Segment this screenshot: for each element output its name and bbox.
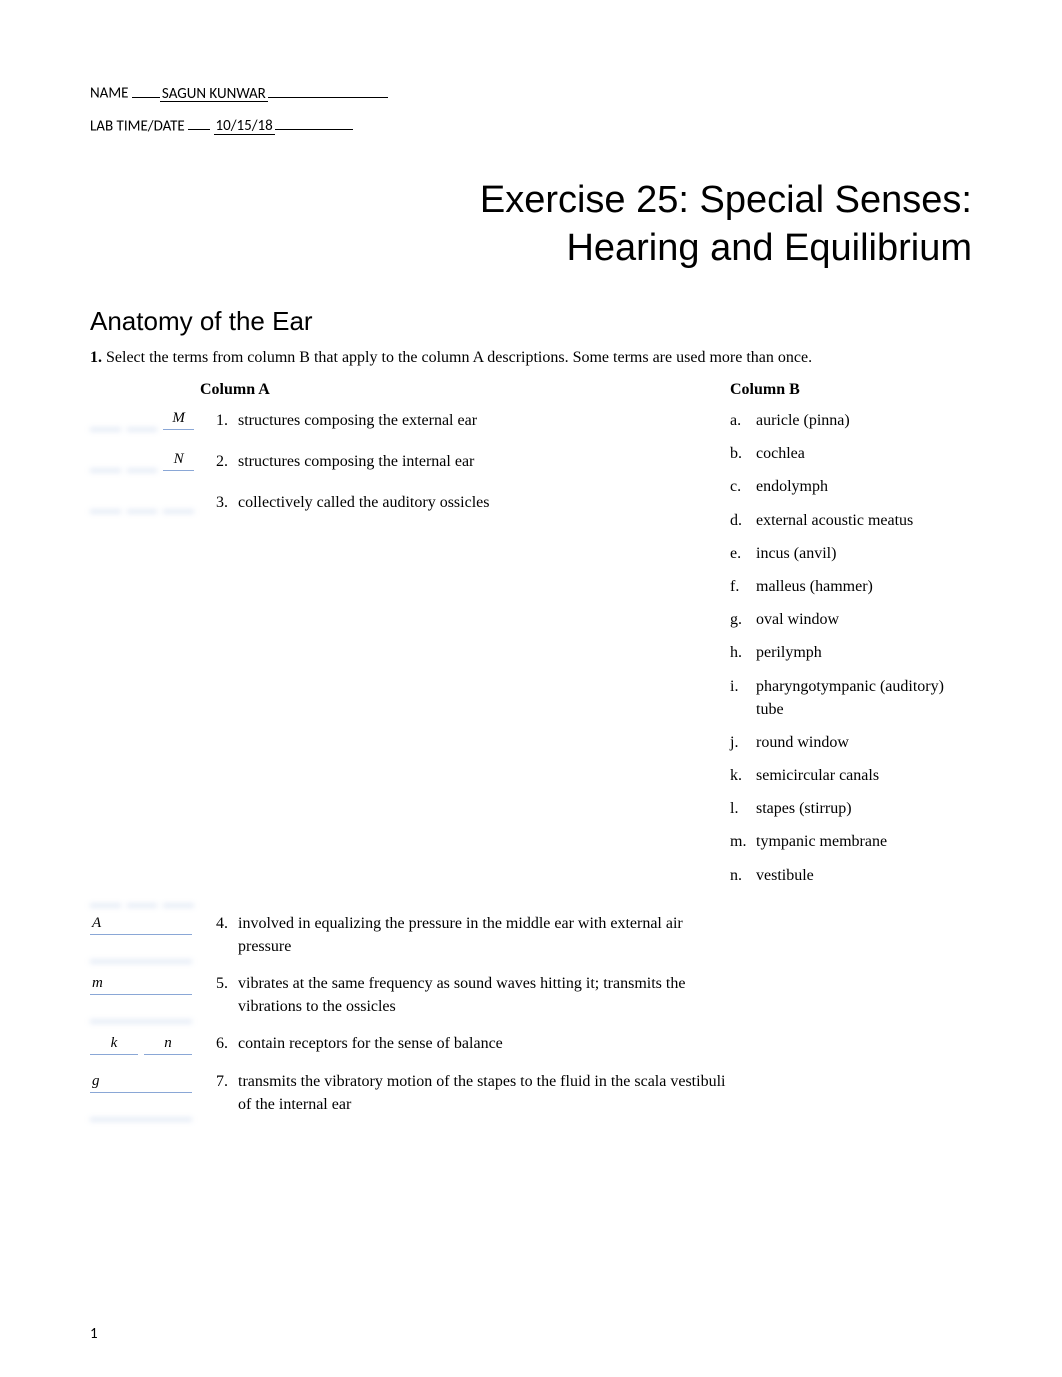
question-row: A 4. involved in equalizing the pressure… [90, 912, 972, 972]
question-row: m 5. vibrates at the same frequency as s… [90, 972, 972, 1032]
question-row: M 1. structures composing the external e… [90, 409, 730, 442]
question-number: 5. [200, 972, 238, 1018]
question-text: structures composing the internal ear [238, 450, 730, 473]
list-item: l.stapes (stirrup) [730, 797, 972, 820]
date-underline-post [275, 113, 353, 131]
answer-slot[interactable] [90, 885, 121, 906]
answer-slot[interactable] [127, 450, 158, 471]
list-item: m.tympanic membrane [730, 830, 972, 853]
answer-slot[interactable] [127, 409, 158, 430]
answer-slot[interactable] [127, 491, 158, 512]
date-line: LAB TIME/DATE 10/15/18 [90, 113, 972, 136]
name-label: NAME [90, 85, 129, 103]
question-row: k n 6. contain receptors for the sense o… [90, 1032, 972, 1069]
question-text: involved in equalizing the pressure in t… [238, 912, 730, 958]
column-b-list: a.auricle (pinna) b.cochlea c.endolymph … [730, 409, 972, 906]
column-b-header: Column B [730, 381, 970, 399]
question-text: collectively called the auditory ossicle… [238, 491, 730, 514]
list-item: d.external acoustic meatus [730, 509, 972, 532]
title-line-2: Hearing and Equilibrium [566, 227, 972, 269]
instruction-text: Select the terms from column B that appl… [106, 349, 812, 366]
question-text: vibrates at the same frequency as sound … [238, 972, 730, 1018]
list-item: j.round window [730, 731, 972, 754]
answer-slots: N [90, 450, 200, 471]
page-number: 1 [90, 1325, 98, 1343]
list-item: a.auricle (pinna) [730, 409, 972, 432]
question-row: N 2. structures composing the internal e… [90, 450, 730, 483]
answer-slot[interactable] [90, 1099, 192, 1120]
section-title: Anatomy of the Ear [90, 306, 972, 337]
list-item: e.incus (anvil) [730, 542, 972, 565]
answer-slot[interactable] [163, 491, 194, 512]
answer-slot[interactable]: k [90, 1034, 138, 1055]
date-value: 10/15/18 [214, 117, 275, 135]
list-item: c.endolymph [730, 475, 972, 498]
question-number: 2. [200, 450, 238, 473]
name-value: SAGUN KUNWAR [160, 85, 268, 103]
question-row: 3. collectively called the auditory ossi… [90, 491, 730, 524]
answer-slot[interactable] [90, 491, 121, 512]
name-underline-pre [132, 80, 160, 98]
list-item: i.pharyngotympanic (auditory) tube [730, 675, 972, 721]
question-number: 1. [200, 409, 238, 432]
instruction-number: 1. [90, 349, 102, 366]
list-item: g.oval window [730, 608, 972, 631]
answer-slot[interactable] [90, 409, 121, 430]
answer-slots [90, 885, 200, 906]
name-underline-post [268, 80, 388, 98]
question-number: 7. [200, 1070, 238, 1116]
question-number: 4. [200, 912, 238, 958]
answer-slot[interactable] [90, 941, 192, 962]
answer-slot[interactable]: g [90, 1072, 192, 1093]
answer-slot[interactable] [127, 885, 158, 906]
answer-slots: M [90, 409, 200, 430]
question-number: 6. [200, 1032, 238, 1055]
answer-slot[interactable] [90, 450, 121, 471]
question-text: structures composing the external ear [238, 409, 730, 432]
question-row [90, 885, 730, 906]
answer-slot[interactable]: M [163, 409, 194, 430]
question-row: g 7. transmits the vibratory motion of t… [90, 1070, 972, 1130]
question-text: transmits the vibratory motion of the st… [238, 1070, 730, 1116]
date-label: LAB TIME/DATE [90, 117, 185, 135]
answer-slot[interactable] [90, 1001, 192, 1022]
page-title: Exercise 25: Special Senses: Hearing and… [90, 177, 972, 272]
list-item: f.malleus (hammer) [730, 575, 972, 598]
list-item: k.semicircular canals [730, 764, 972, 787]
list-item: b.cochlea [730, 442, 972, 465]
instruction: 1. Select the terms from column B that a… [90, 349, 972, 367]
answer-slot[interactable]: N [163, 450, 194, 471]
answer-slot[interactable] [163, 885, 194, 906]
answer-slot[interactable]: n [144, 1034, 192, 1055]
columns-header: Column A Column B [90, 381, 972, 399]
list-item: n.vestibule [730, 864, 972, 887]
question-number: 3. [200, 491, 238, 514]
name-line: NAME SAGUN KUNWAR [90, 80, 972, 103]
answer-slots [90, 491, 200, 512]
answer-slot[interactable]: A [90, 914, 192, 935]
title-line-1: Exercise 25: Special Senses: [480, 179, 972, 221]
list-item: h.perilymph [730, 641, 972, 664]
question-text: contain receptors for the sense of balan… [238, 1032, 730, 1055]
answer-slot[interactable]: m [90, 974, 192, 995]
column-a-header: Column A [200, 381, 730, 399]
date-underline-pre [188, 113, 210, 131]
